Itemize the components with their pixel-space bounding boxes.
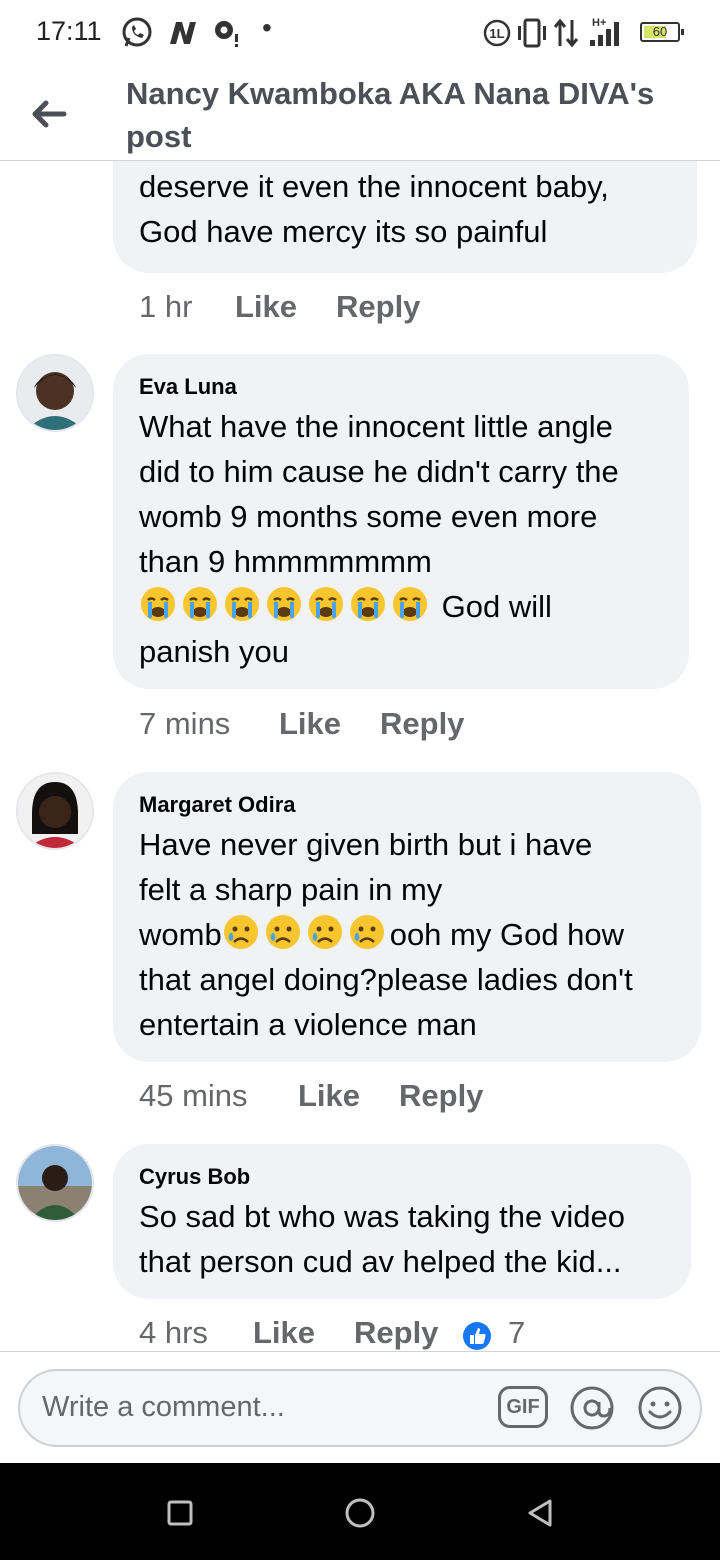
comment-bubble[interactable]: Eva Luna What have the innocent little a… xyxy=(113,354,689,689)
comment-text: What have the innocent little angle did … xyxy=(139,409,619,669)
comment-placeholder: Write a comment... xyxy=(42,1391,285,1423)
reply-button[interactable]: Reply xyxy=(336,289,420,325)
reply-button[interactable]: Reply xyxy=(399,1078,483,1114)
loudly-crying-emoji-icon xyxy=(139,587,433,624)
comment-text: deserve it even the innocent baby, God h… xyxy=(139,169,609,249)
avatar[interactable] xyxy=(16,1144,94,1222)
comment-text: So sad bt who was taking the video that … xyxy=(139,1199,625,1279)
avatar[interactable] xyxy=(16,772,94,850)
system-nav-bar xyxy=(0,1463,720,1560)
status-bar: 17:11 • 1L H+ 60 xyxy=(0,0,720,66)
mention-icon[interactable] xyxy=(568,1384,616,1432)
emoji-picker-icon[interactable] xyxy=(636,1384,684,1432)
back-arrow-icon[interactable] xyxy=(24,90,72,138)
location-alert-icon xyxy=(215,21,238,47)
post-header: Nancy Kwamboka AKA Nana DIVA's post xyxy=(0,66,720,161)
comment-time[interactable]: 45 mins xyxy=(139,1078,248,1114)
comment-bubble[interactable]: Cyrus Bob So sad bt who was taking the v… xyxy=(113,1144,691,1299)
n-app-icon xyxy=(170,22,196,44)
comment-time[interactable]: 1 hr xyxy=(139,289,192,325)
comment-time[interactable]: 7 mins xyxy=(139,706,230,742)
like-button[interactable]: Like xyxy=(253,1315,315,1351)
sim-1-icon: 1L xyxy=(483,19,511,47)
home-icon[interactable] xyxy=(340,1493,380,1533)
page-title: Nancy Kwamboka AKA Nana DIVA's post xyxy=(126,76,655,154)
like-button[interactable]: Like xyxy=(235,289,297,325)
status-time: 17:11 xyxy=(36,16,102,46)
comment-bubble[interactable]: Margaret Odira Have never given birth bu… xyxy=(113,772,701,1062)
data-transfer-icon xyxy=(553,18,579,48)
battery-icon: 60 xyxy=(640,22,684,42)
sad-crying-emoji-icon xyxy=(222,915,390,952)
reply-button[interactable]: Reply xyxy=(354,1315,438,1351)
svg-text:1L: 1L xyxy=(489,26,504,41)
reply-button[interactable]: Reply xyxy=(380,706,464,742)
svg-text:H+: H+ xyxy=(592,17,606,29)
like-button[interactable]: Like xyxy=(279,706,341,742)
like-button[interactable]: Like xyxy=(298,1078,360,1114)
signal-icon: H+ xyxy=(590,17,619,46)
commenter-name[interactable]: Margaret Odira xyxy=(139,792,296,818)
recent-apps-icon[interactable] xyxy=(160,1493,200,1533)
commenter-name[interactable]: Eva Luna xyxy=(139,374,237,400)
reaction-count[interactable]: 7 xyxy=(508,1315,525,1351)
comment-composer-bar: Write a comment... GIF xyxy=(0,1351,720,1464)
notification-dot: • xyxy=(262,12,272,43)
vibrate-icon xyxy=(518,18,546,48)
commenter-name[interactable]: Cyrus Bob xyxy=(139,1164,250,1190)
back-icon[interactable] xyxy=(520,1493,560,1533)
avatar[interactable] xyxy=(16,354,94,432)
comment-text: Have never given birth but i have felt a… xyxy=(139,827,633,1042)
whatsapp-icon xyxy=(122,17,152,47)
comment-input[interactable]: Write a comment... GIF xyxy=(18,1369,702,1447)
like-reaction-icon[interactable] xyxy=(462,1321,492,1351)
comment-bubble[interactable]: deserve it even the innocent baby, God h… xyxy=(113,161,697,273)
comments-list: deserve it even the innocent baby, God h… xyxy=(0,161,720,1351)
comment-time[interactable]: 4 hrs xyxy=(139,1315,208,1351)
gif-button[interactable]: GIF xyxy=(498,1386,548,1428)
